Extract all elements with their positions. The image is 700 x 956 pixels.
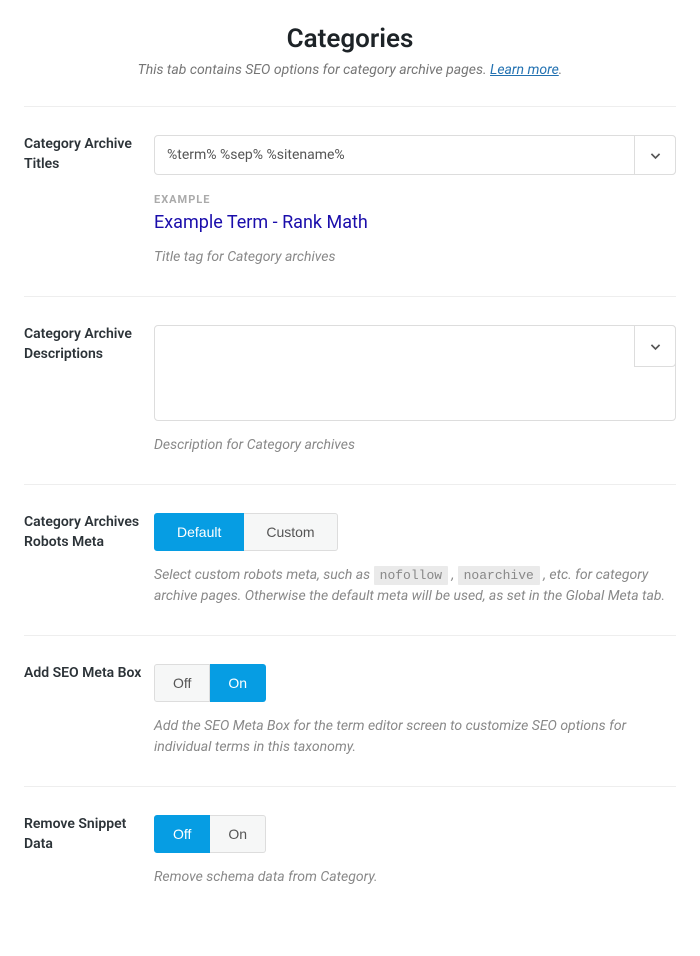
- learn-more-link[interactable]: Learn more: [490, 62, 559, 78]
- page-subtitle: This tab contains SEO options for catego…: [24, 62, 676, 78]
- robots-code-nofollow: nofollow: [374, 566, 448, 585]
- archive-titles-label: Category Archive Titles: [24, 135, 154, 268]
- archive-descriptions-label: Category Archive Descriptions: [24, 325, 154, 456]
- chevron-down-icon: [649, 340, 662, 353]
- archive-titles-help: Title tag for Category archives: [154, 247, 676, 268]
- subtitle-text: This tab contains SEO options for catego…: [138, 62, 490, 78]
- robots-code-noarchive: noarchive: [458, 566, 540, 585]
- example-value: Example Term - Rank Math: [154, 212, 676, 233]
- remove-snippet-off-button[interactable]: Off: [154, 815, 210, 853]
- robots-meta-default-button[interactable]: Default: [154, 513, 244, 551]
- chevron-down-icon: [649, 149, 662, 162]
- seo-meta-box-on-button[interactable]: On: [210, 664, 266, 702]
- archive-titles-variables-button[interactable]: [634, 135, 676, 175]
- remove-snippet-toggle: Off On: [154, 815, 266, 853]
- subtitle-suffix: .: [559, 62, 563, 78]
- robots-meta-custom-button[interactable]: Custom: [244, 513, 337, 551]
- robots-help-pre: Select custom robots meta, such as: [154, 567, 374, 583]
- example-label: EXAMPLE: [154, 193, 676, 206]
- archive-titles-value: %term% %sep% %sitename%: [167, 147, 345, 163]
- archive-titles-input[interactable]: %term% %sep% %sitename%: [154, 135, 676, 175]
- robots-meta-help: Select custom robots meta, such as nofol…: [154, 565, 676, 607]
- seo-meta-box-label: Add SEO Meta Box: [24, 664, 154, 758]
- archive-descriptions-input[interactable]: [154, 325, 676, 421]
- page-title: Categories: [24, 24, 676, 54]
- seo-meta-box-off-button[interactable]: Off: [154, 664, 210, 702]
- seo-meta-box-toggle: Off On: [154, 664, 266, 702]
- seo-meta-box-help: Add the SEO Meta Box for the term editor…: [154, 716, 676, 758]
- robots-help-mid: ,: [448, 567, 458, 583]
- archive-descriptions-help: Description for Category archives: [154, 435, 676, 456]
- robots-meta-toggle: Default Custom: [154, 513, 338, 551]
- remove-snippet-on-button[interactable]: On: [210, 815, 266, 853]
- remove-snippet-label: Remove Snippet Data: [24, 815, 154, 888]
- robots-meta-label: Category Archives Robots Meta: [24, 513, 154, 607]
- archive-descriptions-variables-button[interactable]: [634, 325, 676, 367]
- remove-snippet-help: Remove schema data from Category.: [154, 867, 676, 888]
